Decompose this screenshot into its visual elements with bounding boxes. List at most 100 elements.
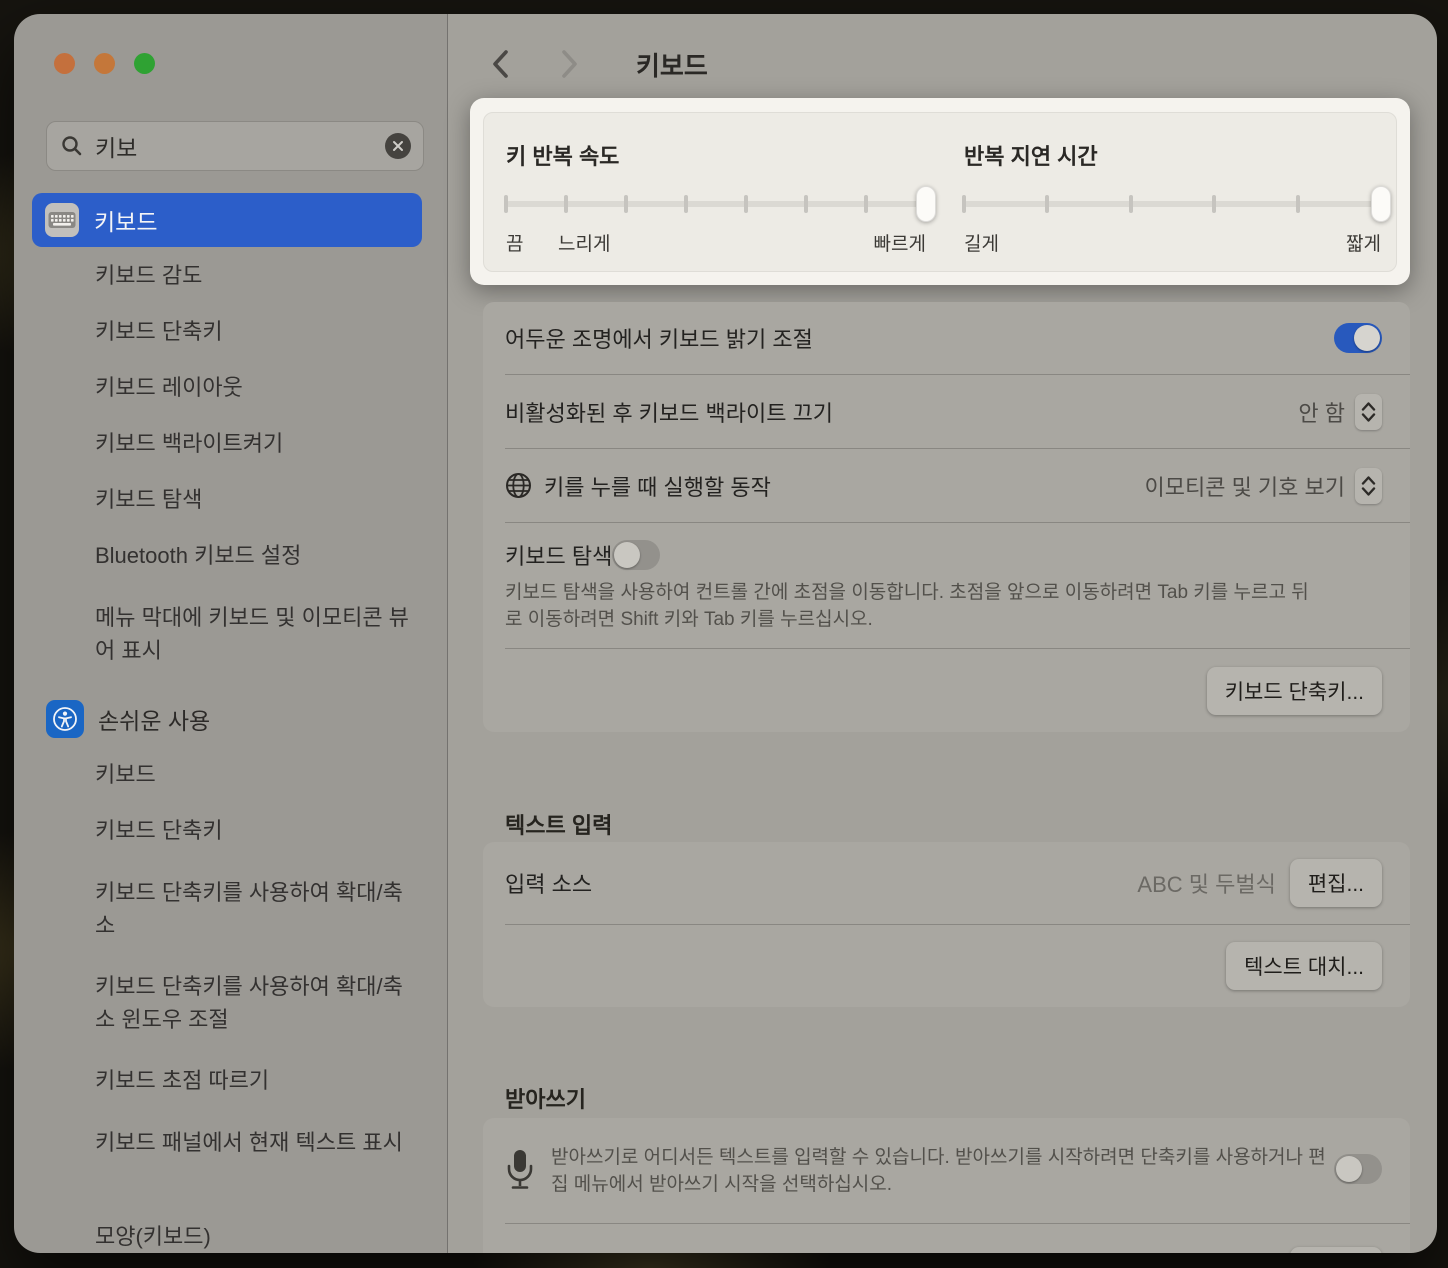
key-repeat-rate-label: 키 반복 속도 — [506, 139, 619, 171]
sidebar-item-a11y-panel-text[interactable]: 키보드 패널에서 현재 텍스트 표시 — [14, 1115, 434, 1203]
system-settings-window: 키보 키보드 키 — [14, 14, 1437, 1253]
sidebar-item-a11y-zoom-window[interactable]: 키보드 단축키를 사용하여 확대/축소 윈도우 조절 — [14, 959, 434, 1047]
keyboard-nav-toggle[interactable] — [612, 540, 660, 570]
highlighted-repeat-settings: 키 반복 속도 끔 느리게 빠르게 반복 지연 시간 길게 짧게 — [470, 98, 1410, 285]
keyboard-nav-label: 키보드 탐색 — [505, 539, 612, 571]
sidebar-keyboard-results: 키보드 감도 키보드 단축키 키보드 레이아웃 키보드 백라이트켜기 키보드 탐… — [14, 248, 448, 684]
slider-tick — [684, 195, 688, 213]
text-replacement-button[interactable]: 텍스트 대치... — [1226, 942, 1382, 990]
shortcuts-button-row: 키보드 단축키... — [483, 649, 1410, 732]
brightness-toggle[interactable] — [1334, 323, 1382, 353]
slider-label-long: 길게 — [964, 229, 999, 256]
slider-tick — [1296, 195, 1300, 213]
sidebar-group-accessibility[interactable]: 손쉬운 사용 — [46, 700, 210, 738]
sidebar-accessibility-results: 키보드 키보드 단축키 키보드 단축키를 사용하여 확대/축소 키보드 단축키를… — [14, 747, 448, 1253]
minimize-window-button[interactable] — [94, 53, 115, 74]
window-controls — [54, 53, 155, 74]
keyboard-app-icon — [44, 202, 80, 238]
dictation-language-row: 언어 한국어(대한민국) 편집... — [483, 1224, 1410, 1253]
backlight-off-select[interactable] — [1355, 394, 1382, 430]
sidebar-item-label: 키보드 — [94, 203, 157, 237]
globe-action-row: 키를 누를 때 실행할 동작 이모티콘 및 기호 보기 — [483, 449, 1410, 522]
sidebar-item-a11y-keyboard[interactable]: 키보드 — [14, 747, 448, 803]
slider-tick — [624, 195, 628, 213]
text-input-section-header: 텍스트 입력 — [505, 808, 612, 840]
slider-tick — [504, 195, 508, 213]
zoom-window-button[interactable] — [134, 53, 155, 74]
search-query-text: 키보 — [95, 129, 385, 163]
dictation-section-header: 받아쓰기 — [505, 1082, 586, 1114]
globe-icon — [505, 472, 532, 499]
sidebar-item-bluetooth-keyboard[interactable]: Bluetooth 키보드 설정 — [14, 528, 448, 584]
text-replacement-row: 텍스트 대치... — [483, 925, 1410, 1007]
slider-label-short: 짧게 — [1346, 229, 1381, 256]
repeat-settings-panel: 키 반복 속도 끔 느리게 빠르게 반복 지연 시간 길게 짧게 — [483, 112, 1397, 272]
globe-action-value: 이모티콘 및 기호 보기 — [1145, 470, 1346, 502]
brightness-row: 어두운 조명에서 키보드 밝기 조절 — [483, 302, 1410, 374]
back-button[interactable] — [488, 44, 528, 84]
sidebar: 키보 키보드 키 — [14, 14, 448, 1253]
slider-thumb[interactable] — [1371, 186, 1391, 222]
edit-language-button[interactable]: 편집... — [1290, 1247, 1382, 1253]
slider-tick — [1045, 195, 1049, 213]
keyboard-nav-description: 키보드 탐색을 사용하여 컨트롤 간에 초점을 이동합니다. 초점을 앞으로 이… — [505, 579, 1315, 633]
dictation-toggle[interactable] — [1334, 1154, 1382, 1184]
sidebar-item-keyboard-layout[interactable]: 키보드 레이아웃 — [14, 360, 448, 416]
search-icon — [61, 135, 83, 157]
close-window-button[interactable] — [54, 53, 75, 74]
sidebar-item-a11y-zoom-shortcut[interactable]: 키보드 단축키를 사용하여 확대/축소 — [14, 865, 434, 953]
keyboard-nav-row: 키보드 탐색 키보드 탐색을 사용하여 컨트롤 간에 초점을 이동합니다. 초점… — [483, 523, 1410, 648]
search-input[interactable]: 키보 — [46, 121, 424, 171]
page-title: 키보드 — [636, 46, 708, 83]
dictation-card: 받아쓰기로 어디서든 텍스트를 입력할 수 있습니다. 받아쓰기를 시작하려면 … — [483, 1118, 1410, 1253]
slider-tick — [564, 195, 568, 213]
sidebar-item-keyboard-sensitivity[interactable]: 키보드 감도 — [14, 248, 448, 304]
sidebar-item-keyboard-selected[interactable]: 키보드 — [32, 193, 422, 247]
forward-button[interactable] — [558, 44, 598, 84]
clear-search-icon[interactable] — [385, 133, 411, 159]
slider-tick — [864, 195, 868, 213]
backlight-off-label: 비활성화된 후 키보드 백라이트 끄기 — [505, 396, 833, 428]
slider-track[interactable] — [506, 201, 926, 207]
keyboard-shortcuts-button[interactable]: 키보드 단축키... — [1207, 667, 1382, 715]
content-pane: 키보드 키 반복 속도 끔 느리게 빠르게 반복 지연 시간 — [448, 14, 1437, 1253]
globe-action-label: 키를 누를 때 실행할 동작 — [544, 470, 771, 502]
slider-thumb[interactable] — [916, 186, 936, 222]
slider-tick — [1212, 195, 1216, 213]
microphone-icon — [505, 1148, 535, 1190]
brightness-label: 어두운 조명에서 키보드 밝기 조절 — [505, 322, 813, 354]
input-source-label: 입력 소스 — [505, 867, 592, 899]
slider-tick — [744, 195, 748, 213]
sidebar-item-a11y-shortcuts[interactable]: 키보드 단축키 — [14, 803, 448, 859]
repeat-delay-label: 반복 지연 시간 — [964, 139, 1098, 171]
accessibility-icon — [46, 700, 84, 738]
edit-input-sources-button[interactable]: 편집... — [1290, 859, 1382, 907]
repeat-delay-group: 반복 지연 시간 길게 짧게 — [964, 113, 1381, 273]
slider-label-slow: 느리게 — [558, 229, 610, 256]
slider-tick — [804, 195, 808, 213]
input-source-row: 입력 소스 ABC 및 두벌식 편집... — [483, 842, 1410, 924]
sidebar-item-keyboard-navigation[interactable]: 키보드 탐색 — [14, 472, 448, 528]
sidebar-item-keyboard-backlight[interactable]: 키보드 백라이트켜기 — [14, 416, 448, 472]
navigation-bar: 키보드 — [488, 44, 708, 84]
dictation-description: 받아쓰기로 어디서든 텍스트를 입력할 수 있습니다. 받아쓰기를 시작하려면 … — [551, 1144, 1334, 1198]
key-repeat-rate-group: 키 반복 속도 끔 느리게 빠르게 — [506, 113, 926, 273]
sidebar-group-label: 손쉬운 사용 — [98, 702, 210, 736]
keyboard-settings-card: 어두운 조명에서 키보드 밝기 조절 비활성화된 후 키보드 백라이트 끄기 안… — [483, 302, 1410, 732]
sidebar-item-a11y-focus-follow[interactable]: 키보드 초점 따르기 — [14, 1053, 448, 1109]
slider-track[interactable] — [964, 201, 1381, 207]
input-source-value: ABC 및 두벌식 — [1137, 867, 1275, 899]
backlight-off-value: 안 함 — [1298, 396, 1345, 428]
key-repeat-rate-slider[interactable] — [506, 197, 926, 211]
slider-tick — [962, 195, 966, 213]
sidebar-item-keyboard-shortcuts[interactable]: 키보드 단축키 — [14, 304, 448, 360]
sidebar-item-menubar-viewer[interactable]: 메뉴 막대에 키보드 및 이모티콘 뷰어 표시 — [14, 590, 434, 678]
slider-label-fast: 빠르게 — [874, 229, 926, 256]
slider-tick — [1129, 195, 1133, 213]
sidebar-item-a11y-appearance[interactable]: 모양(키보드) — [14, 1209, 448, 1253]
globe-action-select[interactable] — [1355, 468, 1382, 504]
dictation-row: 받아쓰기로 어디서든 텍스트를 입력할 수 있습니다. 받아쓰기를 시작하려면 … — [483, 1118, 1410, 1223]
slider-label-off: 끔 — [506, 229, 523, 256]
repeat-delay-slider[interactable] — [964, 197, 1381, 211]
backlight-off-row: 비활성화된 후 키보드 백라이트 끄기 안 함 — [483, 375, 1410, 448]
